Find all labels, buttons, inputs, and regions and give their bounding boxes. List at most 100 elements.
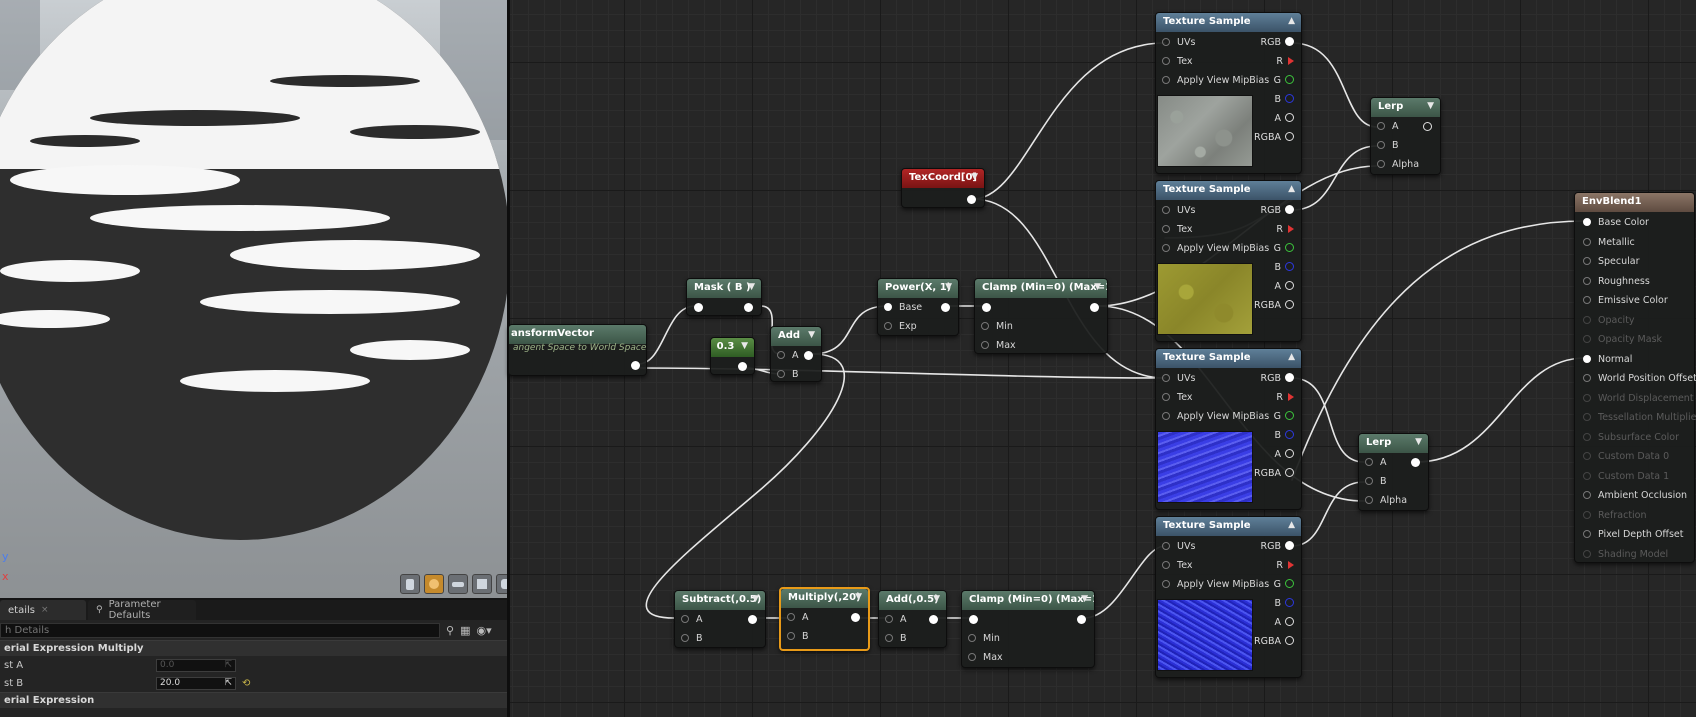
pin-out-a[interactable]: A	[1275, 449, 1294, 461]
envblend-pin-shading-model[interactable]: Shading Model	[1583, 549, 1668, 561]
output-pin[interactable]	[631, 361, 640, 370]
pin-out-rgba[interactable]: RGBA	[1254, 300, 1294, 312]
node-texcoord[interactable]: TexCoord[0] ▼	[901, 168, 985, 208]
node-texture-sample-4[interactable]: Texture Sample ▲ UVs Tex Apply View MipBias R…	[1155, 516, 1302, 678]
pin-b[interactable]: B	[1377, 140, 1399, 152]
input-pin[interactable]	[982, 303, 991, 312]
pin-max[interactable]: Max	[968, 652, 1003, 664]
pin-apply-view-mipbias[interactable]: Apply View MipBias	[1162, 411, 1269, 423]
pin-min[interactable]: Min	[968, 633, 1000, 645]
pin-out-rgb[interactable]: RGB	[1261, 205, 1294, 217]
pin-tex[interactable]: Tex	[1162, 56, 1193, 68]
pin-a[interactable]: A	[777, 350, 799, 362]
pin-a[interactable]: A	[787, 612, 809, 624]
tab-parameter-defaults[interactable]: ⚲ Parameter Defaults	[88, 599, 196, 621]
output-pin[interactable]	[1423, 122, 1432, 131]
pin-out-rgb[interactable]: RGB	[1261, 541, 1294, 553]
node-clamp-2[interactable]: Clamp (Min=0) (Max=1) ▼ Min Max	[961, 590, 1095, 668]
pin-out-a[interactable]: A	[1275, 281, 1294, 293]
pin-out-r[interactable]: R	[1276, 56, 1294, 68]
pin-b[interactable]: B	[885, 633, 907, 645]
pin-out-b[interactable]: B	[1274, 430, 1294, 442]
output-pin[interactable]	[967, 195, 976, 204]
node-clamp-1[interactable]: Clamp (Min=0) (Max=1) ▼ Min Max	[974, 278, 1108, 354]
input-pin[interactable]	[694, 303, 703, 312]
preview-cylinder-button[interactable]	[400, 574, 420, 594]
node-add-2[interactable]: Add(,0.5) ▼ A B	[878, 590, 947, 648]
envblend-pin-opacity[interactable]: Opacity	[1583, 315, 1635, 327]
output-pin[interactable]	[748, 615, 757, 624]
pin-apply-view-mipbias[interactable]: Apply View MipBias	[1162, 579, 1269, 591]
output-pin[interactable]	[941, 303, 950, 312]
eye-icon[interactable]: ◉▾	[476, 624, 491, 637]
envblend-pin-metallic[interactable]: Metallic	[1583, 237, 1635, 249]
envblend-pin-pixel-depth-offset[interactable]: Pixel Depth Offset	[1583, 529, 1684, 541]
envblend-pin-specular[interactable]: Specular	[1583, 256, 1640, 268]
envblend-pin-custom-data-1[interactable]: Custom Data 1	[1583, 471, 1669, 483]
details-search-input[interactable]	[0, 622, 440, 638]
pin-out-r[interactable]: R	[1276, 560, 1294, 572]
node-power[interactable]: Power(X, 1) ▼ Base Exp	[877, 278, 959, 336]
pin-b[interactable]: B	[787, 631, 809, 643]
envblend-pin-normal[interactable]: Normal	[1583, 354, 1632, 366]
reset-to-default-icon[interactable]: ⟲	[242, 678, 250, 689]
node-lerp-1[interactable]: Lerp ▼ A B Alpha	[1370, 97, 1441, 175]
output-pin[interactable]	[851, 613, 860, 622]
pin-uvs[interactable]: UVs	[1162, 37, 1195, 49]
node-mask[interactable]: Mask ( B ) ▼	[686, 278, 762, 316]
envblend-pin-roughness[interactable]: Roughness	[1583, 276, 1650, 288]
pin-out-rgb[interactable]: RGB	[1261, 37, 1294, 49]
pin-tex[interactable]: Tex	[1162, 560, 1193, 572]
pin-out-rgba[interactable]: RGBA	[1254, 636, 1294, 648]
output-pin[interactable]	[1090, 303, 1099, 312]
property-value-field[interactable]: 20.0 ⇱	[156, 676, 236, 690]
node-texture-sample-2[interactable]: Texture Sample ▲ UVs Tex Apply View MipBias R…	[1155, 180, 1302, 342]
pin-alpha[interactable]: Alpha	[1377, 159, 1419, 171]
preview-mesh-button[interactable]	[496, 574, 507, 594]
pin-uvs[interactable]: UVs	[1162, 373, 1195, 385]
node-multiply[interactable]: Multiply(,20) ▼ A B	[779, 587, 870, 651]
node-add[interactable]: Add ▼ A B	[770, 326, 822, 382]
pin-out-r[interactable]: R	[1276, 392, 1294, 404]
node-envblend[interactable]: EnvBlend1 Base Color Metallic Specular Roug…	[1574, 192, 1696, 563]
close-icon[interactable]: ×	[41, 605, 49, 615]
node-texture-sample-1[interactable]: Texture Sample ▲ UVs Tex Apply View MipBias R…	[1155, 12, 1302, 174]
pin-b[interactable]: B	[681, 633, 703, 645]
node-texture-sample-3[interactable]: Texture Sample ▲ UVs Tex Apply View MipBias R…	[1155, 348, 1302, 510]
pin-out-b[interactable]: B	[1274, 262, 1294, 274]
pin-a[interactable]: A	[681, 614, 703, 626]
search-icon[interactable]: ⚲	[446, 624, 454, 637]
tab-details[interactable]: etails ×	[0, 600, 86, 620]
envblend-pin-emissive-color[interactable]: Emissive Color	[1583, 295, 1668, 307]
pin-out-a[interactable]: A	[1275, 617, 1294, 629]
texture-thumbnail[interactable]	[1157, 431, 1253, 503]
preview-viewport[interactable]: y x	[0, 0, 507, 598]
pin-max[interactable]: Max	[981, 340, 1016, 352]
output-pin[interactable]	[744, 303, 753, 312]
section-header-expression[interactable]: erial Expression	[0, 692, 507, 708]
pin-a[interactable]: A	[885, 614, 907, 626]
envblend-pin-tessellation-multiplier[interactable]: Tessellation Multiplier	[1583, 412, 1696, 424]
envblend-pin-world-displacement[interactable]: World Displacement	[1583, 393, 1694, 405]
envblend-pin-world-position-offset[interactable]: World Position Offset	[1583, 373, 1696, 385]
envblend-pin-subsurface-color[interactable]: Subsurface Color	[1583, 432, 1679, 444]
envblend-pin-opacity-mask[interactable]: Opacity Mask	[1583, 334, 1662, 346]
input-pin[interactable]	[969, 615, 978, 624]
pin-out-g[interactable]: G	[1274, 75, 1294, 87]
pin-out-g[interactable]: G	[1274, 243, 1294, 255]
envblend-pin-ambient-occlusion[interactable]: Ambient Occlusion	[1583, 490, 1687, 502]
pin-out-rgba[interactable]: RGBA	[1254, 468, 1294, 480]
node-constant[interactable]: 0.3 ▼	[710, 337, 755, 375]
preview-cube-button[interactable]	[472, 574, 492, 594]
pin-uvs[interactable]: UVs	[1162, 205, 1195, 217]
pin-alpha[interactable]: Alpha	[1365, 495, 1407, 507]
pin-out-g[interactable]: G	[1274, 579, 1294, 591]
texture-thumbnail[interactable]	[1157, 95, 1253, 167]
pin-min[interactable]: Min	[981, 321, 1013, 333]
texture-thumbnail[interactable]	[1157, 599, 1253, 671]
pin-exp[interactable]: Exp	[884, 321, 917, 333]
envblend-pin-refraction[interactable]: Refraction	[1583, 510, 1647, 522]
output-pin[interactable]	[738, 362, 747, 371]
pin-out-b[interactable]: B	[1274, 598, 1294, 610]
pin-out-g[interactable]: G	[1274, 411, 1294, 423]
